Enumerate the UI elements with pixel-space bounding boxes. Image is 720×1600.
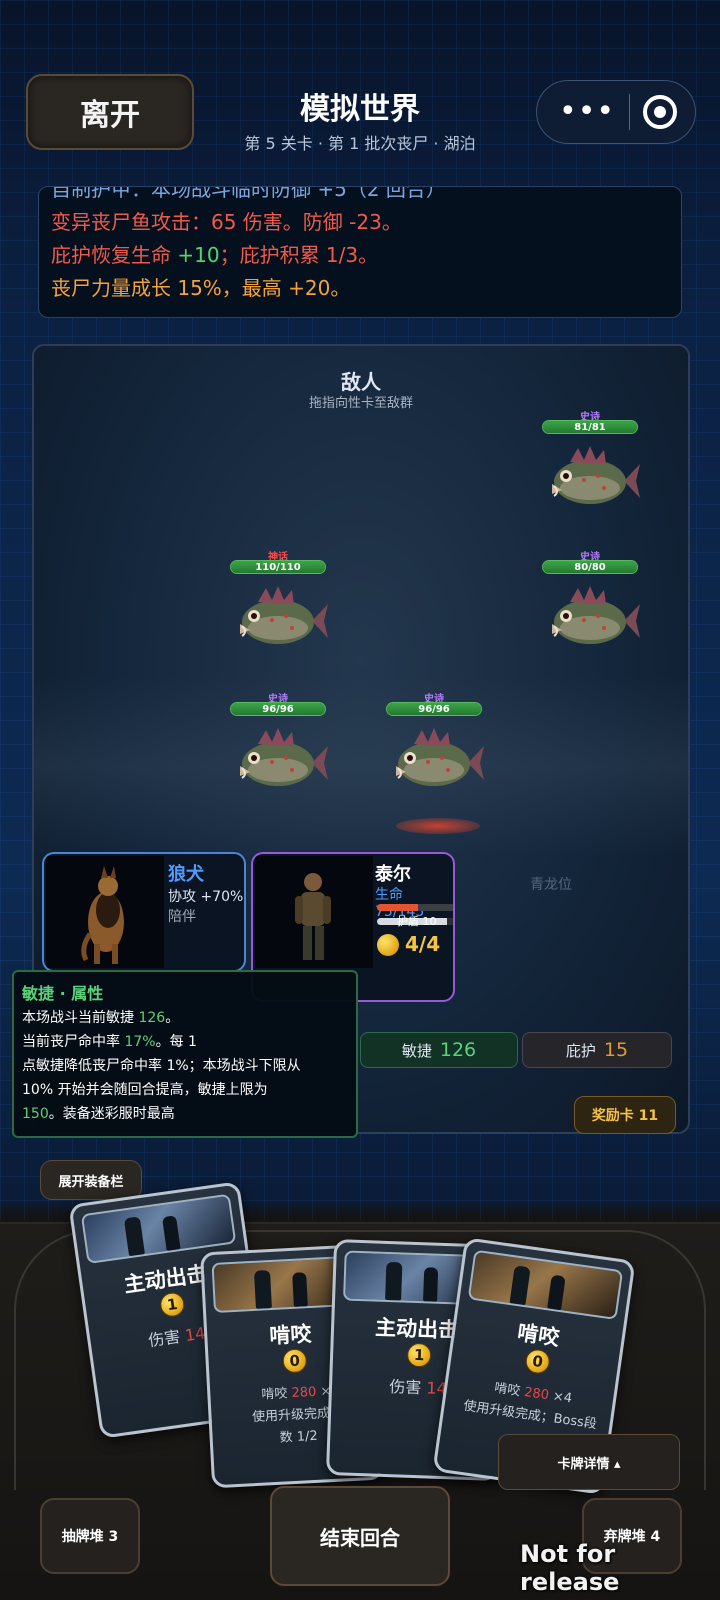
fog-overlay [34, 676, 688, 856]
guard-stat[interactable]: 庇护 15 [522, 1032, 672, 1068]
tooltip-text: 当前丧尸命中率 [22, 1034, 125, 1050]
enemy-hp-bar: 96/96 [386, 702, 482, 716]
target-glow [396, 818, 480, 834]
card-detail-button[interactable]: 卡牌详情 ▴ [498, 1434, 680, 1490]
enemy-hp-text: 96/96 [262, 704, 294, 715]
agility-stat[interactable]: 敏捷 126 [360, 1032, 518, 1068]
end-turn-button[interactable]: 结束回合 [270, 1486, 450, 1586]
log-text: 庇护恢复生命 [51, 243, 178, 267]
hero-hp-bar [377, 904, 453, 911]
draw-pile-button[interactable]: 抽牌堆 3 [40, 1498, 140, 1574]
card-desc-text: 啃咬 [493, 1380, 526, 1400]
tooltip-value: 150 [22, 1106, 49, 1122]
watermark: Not for release [520, 1540, 620, 1596]
log-text: ；庇护积累 1/3。 [219, 243, 379, 267]
enemy-hp-bar: 80/80 [542, 560, 638, 574]
enemy-hp-bar: 110/110 [230, 560, 326, 574]
tooltip-value: 126 [138, 1010, 166, 1026]
tooltip-text: 。 [165, 1010, 180, 1026]
enemy-hp-text: 110/110 [255, 562, 301, 573]
capsule-divider [628, 94, 630, 130]
dog-name: 狼犬 [168, 864, 204, 885]
card-desc-value: 280 [523, 1384, 550, 1404]
card-desc-text: ×4 [547, 1388, 573, 1407]
enemy-hp-text: 96/96 [418, 704, 450, 715]
enemy-hp-text: 81/81 [574, 422, 606, 433]
tooltip-line: 10% 开始并会随回合提高，敏捷上限为 [22, 1082, 268, 1098]
guard-value: 15 [603, 1039, 629, 1061]
card-desc-text: 伤害 [388, 1377, 427, 1398]
card-desc-text: 伤害 [147, 1326, 187, 1351]
enemy-hp-bar: 81/81 [542, 420, 638, 434]
card-cost-coin: 1 [406, 1342, 432, 1368]
combat-log: 自制护甲：本场战斗临时防御 +5（2 回合） 变异丧尸鱼攻击：65 伤害。防御 … [38, 186, 682, 318]
card-cost-coin: 0 [282, 1348, 308, 1374]
card-desc-value: 280 [291, 1384, 317, 1402]
tooltip-text: 。装备迷彩服时最高 [48, 1106, 175, 1122]
expand-equipment-button[interactable]: 展开装备栏 [40, 1160, 142, 1200]
zombie-fish-enemy[interactable] [232, 586, 328, 656]
zombie-fish-enemy[interactable] [232, 728, 328, 798]
log-line: 变异丧尸鱼攻击：65 伤害。防御 -23。 [51, 210, 402, 234]
hero-portrait [255, 856, 373, 968]
enemy-section-title: 敌人 [341, 370, 381, 394]
tooltip-line: 本场战斗当前敏捷 126。 [22, 1006, 348, 1030]
level-subtitle: 第 5 关卡 · 第 1 批次丧尸 · 湖泊 [244, 134, 476, 153]
ally-card-dog[interactable]: 狼犬 协攻 +70% 陪伴 [42, 852, 246, 972]
hero-name: 泰尔 [375, 864, 411, 885]
zombie-fish-enemy[interactable] [544, 446, 640, 516]
log-line: 丧尸力量成长 15%，最高 +20。 [51, 276, 351, 300]
tooltip-value: 17% [124, 1034, 156, 1050]
card-cost-coin: 1 [158, 1291, 186, 1319]
hero-shield-text: 护盾 10 [397, 915, 437, 928]
tooltip-title: 敏捷 · 属性 [22, 984, 104, 1003]
card-desc-text: 啃咬 [261, 1386, 292, 1403]
agility-value: 126 [439, 1039, 477, 1061]
mini-program-capsule: ••• [536, 80, 696, 144]
log-heal-value: +10 [177, 243, 220, 267]
enemy-hp-bar: 96/96 [230, 702, 326, 716]
zombie-fish-enemy[interactable] [388, 728, 484, 798]
hero-energy: 4/4 [405, 932, 441, 956]
zombie-fish-enemy[interactable] [544, 586, 640, 656]
enemy-hp-text: 80/80 [574, 562, 606, 573]
leave-button[interactable]: 离开 [26, 74, 194, 150]
tooltip-text: 本场战斗当前敏捷 [22, 1010, 139, 1026]
target-circle-icon[interactable] [643, 95, 677, 129]
log-line: 自制护甲：本场战斗临时防御 +5（2 回合） [51, 186, 446, 201]
dog-trait: 陪伴 [168, 909, 196, 925]
tooltip-text: 。每 1 [155, 1034, 197, 1050]
tooltip-line: 当前丧尸命中率 17%。每 1 [22, 1030, 348, 1054]
card-cost-coin: 0 [524, 1347, 552, 1376]
card-artwork [467, 1249, 624, 1320]
agility-tooltip: 敏捷 · 属性 本场战斗当前敏捷 126。 当前丧尸命中率 17%。每 1 点敏… [12, 970, 358, 1138]
page-title: 模拟世界 [300, 92, 420, 127]
more-dots-icon[interactable]: ••• [559, 97, 615, 127]
tooltip-line: 点敏捷降低丧尸命中率 1%；本场战斗下限从 [22, 1058, 301, 1074]
energy-coin-icon [377, 934, 399, 956]
log-line: 庇护恢复生命 +10；庇护积累 1/3。 [51, 239, 669, 272]
dog-portrait [46, 856, 164, 968]
reward-card-button[interactable]: 奖励卡 11 [574, 1096, 676, 1134]
agility-label: 敏捷 [401, 1041, 432, 1060]
empty-ally-slot: 青龙位 [530, 877, 572, 893]
tooltip-line: 150。装备迷彩服时最高 [22, 1102, 348, 1126]
dog-trait: 协攻 +70% [168, 889, 244, 905]
card-description: 啃咬 280 ×4 使用升级完成；Boss段 [449, 1372, 614, 1438]
guard-label: 庇护 [565, 1041, 596, 1060]
